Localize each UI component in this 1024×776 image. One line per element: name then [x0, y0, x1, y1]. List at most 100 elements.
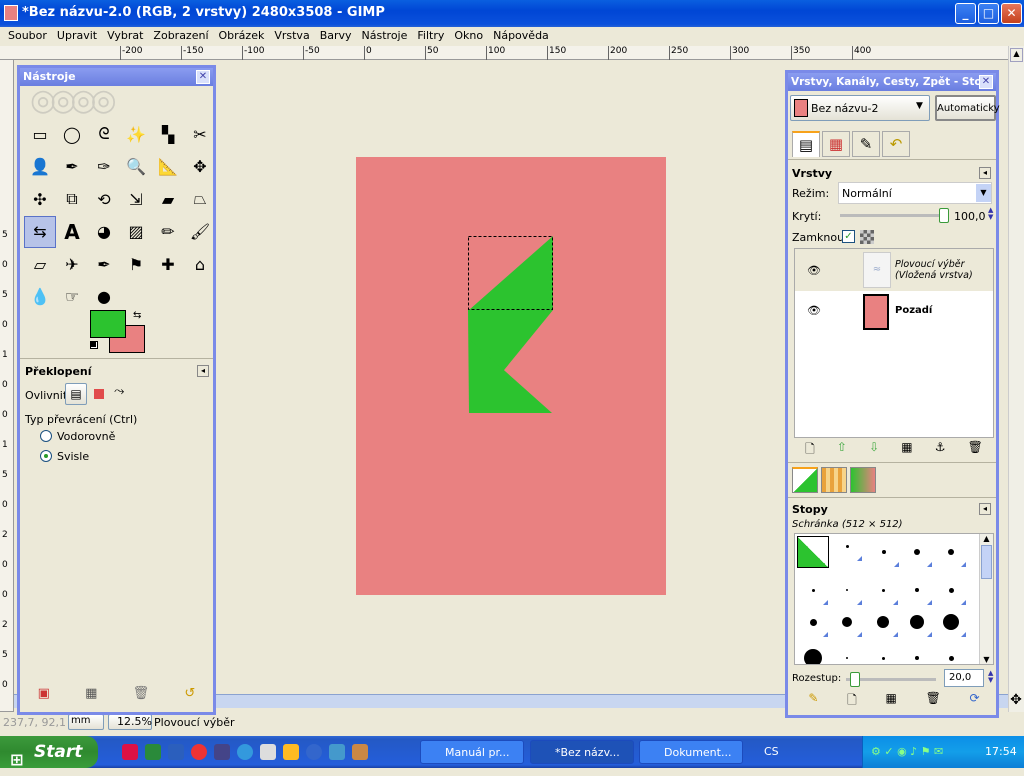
raise-layer-icon[interactable]: ⇧ [837, 440, 847, 460]
refresh-brushes-icon[interactable]: ⟳ [970, 691, 980, 711]
brush-preset[interactable] [881, 656, 885, 660]
lock-alpha-icon[interactable] [860, 230, 874, 244]
delete-options-icon[interactable]: 🗑 [133, 686, 150, 701]
image-canvas[interactable] [356, 157, 666, 595]
brush-preset[interactable] [811, 588, 815, 592]
duplicate-brush-icon[interactable]: ▦ [886, 691, 897, 711]
vertical-ruler[interactable]: 5 0 5 0 1 0 0 1 5 0 2 0 0 2 5 0 [0, 60, 14, 712]
tab-patterns[interactable] [821, 467, 847, 493]
menu-soubor[interactable]: Soubor [3, 27, 52, 45]
tab-undo[interactable]: ↶ [882, 131, 910, 157]
menu-vybrat[interactable]: Vybrat [102, 27, 148, 45]
affect-layer-icon[interactable]: ▤ [65, 383, 87, 405]
zoom-tool-icon[interactable]: 🔍 [120, 151, 152, 184]
foreground-color-swatch[interactable] [90, 310, 126, 338]
zoom-select[interactable]: 12.5% [108, 714, 152, 730]
flip-tool-icon[interactable]: ⇆ [24, 215, 56, 248]
delete-layer-icon[interactable]: 🗑 [968, 440, 983, 460]
move-tool-icon[interactable]: ✥ [184, 151, 216, 184]
shear-tool-icon[interactable]: ▰ [152, 183, 184, 216]
brush-preset[interactable] [882, 550, 886, 554]
paths-tool-icon[interactable]: ✒ [56, 151, 88, 184]
quicklaunch-gimp-icon[interactable] [352, 744, 368, 760]
rotate-tool-icon[interactable]: ⟲ [88, 183, 120, 216]
bucket-fill-tool-icon[interactable]: ◕ [88, 216, 120, 249]
menu-upravit[interactable]: Upravit [52, 27, 102, 45]
radio-horizontal[interactable] [40, 430, 52, 442]
brushes-menu-icon[interactable]: ◂ [979, 503, 991, 515]
eye-icon[interactable]: 👁 [807, 264, 821, 277]
layers-menu-icon[interactable]: ◂ [979, 167, 991, 179]
brush-preset[interactable] [881, 588, 885, 592]
brush-preset[interactable] [915, 588, 919, 592]
edit-brush-icon[interactable]: ✎ [808, 691, 818, 711]
brush-preset[interactable] [804, 649, 822, 664]
new-brush-icon[interactable]: 🗋 [847, 691, 857, 711]
heal-tool-icon[interactable]: ✚ [152, 248, 184, 281]
align-tool-icon[interactable]: ✣ [24, 183, 56, 216]
quicklaunch-icon-5[interactable] [214, 744, 230, 760]
text-tool-icon[interactable]: A [56, 216, 88, 249]
minimize-button[interactable]: _ [955, 3, 976, 24]
crop-tool-icon[interactable]: ⧉ [56, 183, 88, 216]
swap-colors-icon[interactable]: ⇆ [133, 310, 141, 321]
brush-preset[interactable] [948, 549, 954, 555]
brush-preset[interactable] [842, 617, 852, 627]
spacing-spinner-icon[interactable]: ▲ ▼ [988, 670, 993, 684]
default-colors-icon[interactable] [90, 341, 98, 349]
ellipse-select-tool-icon[interactable]: ◯ [56, 118, 88, 151]
scale-tool-icon[interactable]: ⇲ [120, 183, 152, 216]
lock-pixels-checkbox[interactable]: ✓ [842, 230, 855, 243]
affect-path-icon[interactable]: ⤳ [114, 384, 124, 399]
opacity-slider[interactable] [840, 208, 949, 223]
opacity-value[interactable]: 100,0 [954, 210, 986, 223]
quicklaunch-chrome-icon[interactable] [191, 744, 207, 760]
quicklaunch-icon-10[interactable] [329, 744, 345, 760]
anchor-layer-icon[interactable]: ⚓ [935, 440, 946, 460]
smudge-tool-icon[interactable]: ☞ [56, 281, 88, 314]
menu-zobrazeni[interactable]: Zobrazení [148, 27, 213, 45]
maximize-button[interactable]: □ [978, 3, 999, 24]
tab-paths[interactable]: ✎ [852, 131, 880, 157]
brush-preset[interactable] [809, 618, 817, 626]
radio-vertical[interactable] [40, 450, 52, 462]
opacity-spinner-icon[interactable]: ▲ ▼ [988, 207, 993, 221]
layer-row-background[interactable]: 👁 Pozadí [795, 291, 993, 331]
menu-filtry[interactable]: Filtry [412, 27, 449, 45]
scroll-up-icon[interactable]: ▲ [1010, 48, 1023, 62]
airbrush-tool-icon[interactable]: ✈ [56, 248, 88, 281]
vertical-scrollbar[interactable]: ▲ [1008, 46, 1024, 712]
brush-preset[interactable] [910, 615, 924, 629]
tray-icons[interactable]: ⚙ ✓ ◉ ♪ ⚑ ✉ [871, 745, 943, 758]
dodge-burn-tool-icon[interactable]: ● [88, 281, 120, 314]
brush-preset[interactable] [948, 655, 954, 661]
spacing-value[interactable]: 20,0 [944, 669, 984, 687]
reset-options-icon[interactable]: ↺ [184, 686, 195, 701]
brush-preset[interactable] [846, 589, 848, 591]
menu-obrazek[interactable]: Obrázek [214, 27, 270, 45]
clipboard-brush[interactable] [797, 536, 829, 568]
start-button[interactable]: ⊞ Start [0, 736, 98, 769]
color-picker-tool-icon[interactable]: ✑ [88, 151, 120, 184]
fuzzy-select-tool-icon[interactable]: ✨ [120, 118, 152, 151]
quicklaunch-icon-8[interactable] [283, 744, 299, 760]
delete-brush-icon[interactable]: 🗑 [926, 691, 941, 711]
affect-selection-icon[interactable] [94, 389, 104, 399]
radio-vertical-label[interactable]: Svisle [57, 450, 89, 463]
brush-preset[interactable] [877, 616, 889, 628]
task-gimp[interactable]: *Bez názv... [530, 740, 634, 764]
menu-okno[interactable]: Okno [449, 27, 488, 45]
task-document[interactable]: Dokument... [639, 740, 743, 764]
quicklaunch-icon-1[interactable] [122, 744, 138, 760]
quicklaunch-icon-9[interactable] [306, 744, 322, 760]
quicklaunch-excel-icon[interactable] [145, 744, 161, 760]
rect-select-tool-icon[interactable]: ▭ [24, 118, 56, 151]
tab-gradients[interactable] [850, 467, 876, 493]
perspective-clone-tool-icon[interactable]: ⌂ [184, 248, 216, 281]
new-layer-icon[interactable]: 🗋 [805, 440, 815, 460]
restore-options-icon[interactable]: ▦ [85, 686, 97, 701]
blur-tool-icon[interactable]: 💧 [24, 281, 56, 314]
radio-horizontal-label[interactable]: Vodorovně [57, 430, 115, 443]
brush-grid[interactable]: ▲ ▼ [794, 533, 994, 665]
eraser-tool-icon[interactable]: ▱ [24, 248, 56, 281]
